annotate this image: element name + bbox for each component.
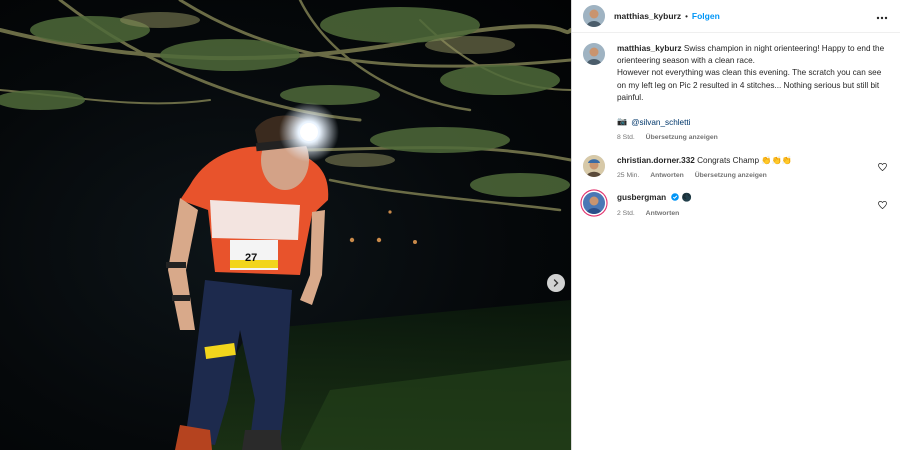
caption-line-2: However not everything was clean this ev… — [617, 68, 882, 102]
author-avatar[interactable] — [583, 5, 605, 27]
comment-username[interactable]: gusbergman — [617, 193, 666, 202]
comment-body: Congrats Champ 👏👏👏 — [697, 156, 792, 166]
comments-list: matthias_kyburz Swiss champion in night … — [572, 33, 900, 217]
post-header: matthias_kyburz • Folgen — [572, 0, 900, 33]
separator-dot: • — [685, 11, 688, 21]
more-options-icon[interactable] — [876, 10, 888, 22]
chevron-right-icon — [553, 279, 559, 287]
bib-number: 27 — [245, 252, 257, 264]
commenter-avatar[interactable] — [583, 155, 605, 178]
post-sidebar: matthias_kyburz • Folgen matthias_kyburz… — [571, 0, 900, 450]
follow-button[interactable]: Folgen — [692, 11, 720, 21]
caption-meta: 8 Std. Übersetzung anzeigen — [617, 134, 888, 141]
comment-time[interactable]: 2 Std. — [617, 210, 635, 217]
comment-meta: 25 Min. Antworten Übersetzung anzeigen — [617, 172, 870, 179]
comment-text: christian.dorner.332 Congrats Champ 👏👏👏 — [617, 155, 870, 167]
like-comment-button[interactable] — [876, 192, 888, 217]
photo-credit: 📷 @silvan_schletti — [617, 117, 888, 127]
reply-button[interactable]: Antworten — [646, 210, 680, 217]
comment-username[interactable]: christian.dorner.332 — [617, 156, 695, 165]
comment-translate-button[interactable]: Übersetzung anzeigen — [695, 172, 767, 179]
reply-button[interactable]: Antworten — [650, 172, 684, 179]
comment-text: gusbergman 🌑 — [617, 192, 870, 205]
caption-translate-button[interactable]: Übersetzung anzeigen — [646, 134, 718, 141]
heart-icon — [877, 163, 887, 172]
caption-username[interactable]: matthias_kyburz — [617, 44, 682, 53]
mention-link[interactable]: @silvan_schletti — [631, 118, 690, 127]
commenter-avatar[interactable] — [583, 192, 605, 215]
like-comment-button[interactable] — [876, 155, 888, 179]
photo-scene: 27 — [0, 0, 571, 450]
comment-item: gusbergman 🌑 2 Std. Antworten — [583, 192, 888, 217]
verified-badge-icon — [671, 193, 680, 205]
camera-icon: 📷 — [617, 117, 628, 127]
comment-meta: 2 Std. Antworten — [617, 210, 870, 217]
comment-item: christian.dorner.332 Congrats Champ 👏👏👏 … — [583, 155, 888, 179]
caption-avatar[interactable] — [583, 43, 605, 65]
caption-time[interactable]: 8 Std. — [617, 134, 635, 141]
heart-icon — [877, 200, 887, 209]
carousel-next-button[interactable] — [547, 274, 565, 292]
caption-text: matthias_kyburz Swiss champion in night … — [617, 43, 888, 104]
caption: matthias_kyburz Swiss champion in night … — [583, 43, 888, 141]
comment-body: 🌑 — [681, 193, 692, 203]
author-username[interactable]: matthias_kyburz — [614, 11, 681, 21]
comment-time[interactable]: 25 Min. — [617, 172, 639, 179]
post-photo[interactable]: 27 — [0, 0, 571, 450]
